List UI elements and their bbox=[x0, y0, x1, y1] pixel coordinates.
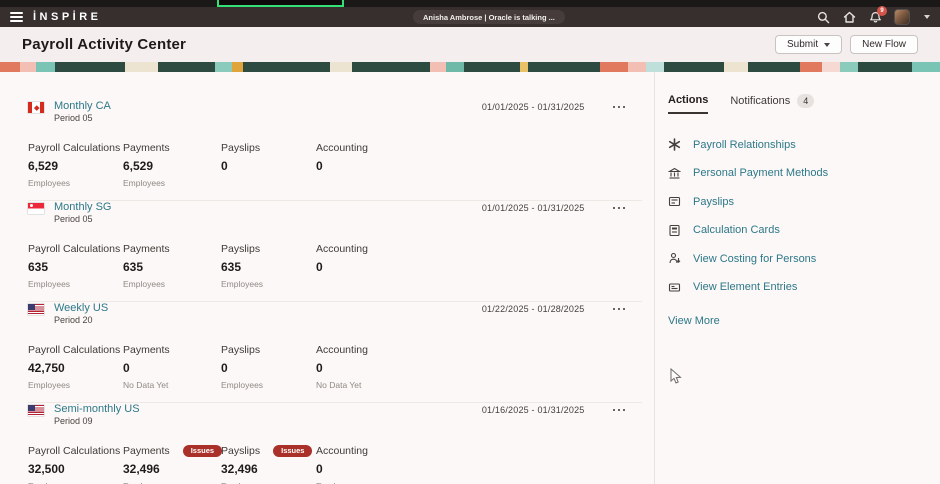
flow-period: Period 09 bbox=[54, 415, 140, 427]
stat-payments[interactable]: Payments 6,529 Employees bbox=[123, 142, 221, 188]
action-payslips[interactable]: Payslips bbox=[668, 195, 924, 208]
payroll-card-semi-monthly-us: Semi-monthly US Period 09 01/16/2025 - 0… bbox=[28, 403, 642, 484]
stat-payslips[interactable]: Payslips Issues 32,496 Employees bbox=[221, 445, 316, 484]
card-menu-ellipsis-icon[interactable] bbox=[611, 406, 628, 415]
flow-title-link[interactable]: Semi-monthly US bbox=[54, 403, 140, 415]
stat-payments[interactable]: Payments 635 Employees bbox=[123, 243, 221, 289]
flow-date-range: 01/01/2025 - 01/31/2025 bbox=[482, 203, 585, 213]
app-logo: İNSPİRE bbox=[33, 11, 102, 23]
view-more-link[interactable]: View More bbox=[668, 315, 720, 327]
notifications-tab-badge: 4 bbox=[797, 94, 814, 108]
notification-count-badge: 9 bbox=[877, 6, 887, 16]
notifications-bell-icon[interactable]: 9 bbox=[868, 10, 882, 24]
aside-tabs: Actions Notifications 4 bbox=[668, 94, 924, 114]
stat-payments[interactable]: Payments 0 No Data Yet bbox=[123, 344, 221, 390]
flow-date-range: 01/16/2025 - 01/31/2025 bbox=[482, 405, 585, 415]
user-avatar[interactable] bbox=[894, 9, 910, 25]
action-view-costing-for-persons[interactable]: View Costing for Persons bbox=[668, 252, 924, 265]
flow-period: Period 05 bbox=[54, 213, 111, 225]
system-strip bbox=[0, 0, 940, 7]
issues-badge[interactable]: Issues bbox=[183, 445, 222, 457]
relationships-asterisk-icon bbox=[668, 138, 681, 151]
card-menu-ellipsis-icon[interactable] bbox=[611, 204, 628, 213]
stat-payroll-calculations[interactable]: Payroll Calculations 32,500 Employees bbox=[28, 445, 123, 484]
element-entries-icon bbox=[668, 281, 681, 294]
stat-payroll-calculations[interactable]: Payroll Calculations 6,529 Employees bbox=[28, 142, 123, 188]
tab-actions[interactable]: Actions bbox=[668, 94, 708, 114]
call-status-pill[interactable]: Anisha Ambrose | Oracle is talking ... bbox=[413, 10, 565, 24]
payroll-card-monthly-sg: Monthly SG Period 05 01/01/2025 - 01/31/… bbox=[28, 201, 642, 302]
content-area: Monthly CA Period 05 01/01/2025 - 01/31/… bbox=[0, 72, 940, 484]
payroll-card-weekly-us: Weekly US Period 20 01/22/2025 - 01/28/2… bbox=[28, 302, 642, 403]
search-icon[interactable] bbox=[816, 10, 830, 24]
submit-dropdown-caret-icon bbox=[824, 43, 830, 47]
flow-date-range: 01/22/2025 - 01/28/2025 bbox=[482, 304, 585, 314]
actions-panel: Actions Notifications 4 Payroll Relation… bbox=[655, 72, 940, 484]
home-icon[interactable] bbox=[842, 10, 856, 24]
stat-payslips[interactable]: Payslips 0 bbox=[221, 142, 316, 188]
card-menu-ellipsis-icon[interactable] bbox=[611, 305, 628, 314]
stat-payslips[interactable]: Payslips 0 Employees bbox=[221, 344, 316, 390]
page-title: Payroll Activity Center bbox=[22, 36, 186, 53]
stat-accounting[interactable]: Accounting 0 bbox=[316, 243, 411, 289]
hamburger-menu-icon[interactable] bbox=[10, 12, 23, 22]
action-payroll-relationships[interactable]: Payroll Relationships bbox=[668, 138, 924, 151]
stat-accounting[interactable]: Accounting 0 No Data Yet bbox=[316, 344, 411, 390]
flow-title-link[interactable]: Weekly US bbox=[54, 302, 108, 314]
chevron-down-icon[interactable] bbox=[924, 15, 930, 19]
action-calculation-cards[interactable]: Calculation Cards bbox=[668, 224, 924, 237]
action-personal-payment-methods[interactable]: Personal Payment Methods bbox=[668, 167, 924, 180]
action-view-element-entries[interactable]: View Element Entries bbox=[668, 281, 924, 294]
stat-payments[interactable]: Payments Issues 32,496 Employees bbox=[123, 445, 221, 484]
screen-share-indicator bbox=[217, 0, 344, 7]
card-menu-ellipsis-icon[interactable] bbox=[611, 103, 628, 112]
person-costing-icon bbox=[668, 252, 681, 265]
top-app-bar: İNSPİRE Anisha Ambrose | Oracle is talki… bbox=[0, 7, 940, 27]
flag-united-states-icon bbox=[28, 405, 44, 416]
flow-date-range: 01/01/2025 - 01/31/2025 bbox=[482, 102, 585, 112]
flow-period: Period 05 bbox=[54, 112, 111, 124]
actions-list: Payroll Relationships Personal Payment M… bbox=[668, 138, 924, 294]
flag-singapore-icon bbox=[28, 203, 44, 214]
bank-icon bbox=[668, 167, 681, 180]
payroll-card-monthly-ca: Monthly CA Period 05 01/01/2025 - 01/31/… bbox=[28, 100, 642, 201]
tab-notifications[interactable]: Notifications 4 bbox=[730, 94, 814, 114]
flow-title-link[interactable]: Monthly CA bbox=[54, 100, 111, 112]
payroll-flows-list: Monthly CA Period 05 01/01/2025 - 01/31/… bbox=[0, 72, 655, 484]
flag-canada-icon bbox=[28, 102, 44, 113]
submit-button[interactable]: Submit bbox=[775, 35, 842, 54]
payslip-icon bbox=[668, 195, 681, 208]
issues-badge[interactable]: Issues bbox=[273, 445, 312, 457]
flow-title-link[interactable]: Monthly SG bbox=[54, 201, 111, 213]
stat-payroll-calculations[interactable]: Payroll Calculations 635 Employees bbox=[28, 243, 123, 289]
flow-period: Period 20 bbox=[54, 314, 108, 326]
stat-accounting[interactable]: Accounting 0 Employees bbox=[316, 445, 411, 484]
decorative-banner bbox=[0, 62, 940, 72]
stat-payroll-calculations[interactable]: Payroll Calculations 42,750 Employees bbox=[28, 344, 123, 390]
flag-united-states-icon bbox=[28, 304, 44, 315]
stat-accounting[interactable]: Accounting 0 bbox=[316, 142, 411, 188]
calculation-card-icon bbox=[668, 224, 681, 237]
page-header: Payroll Activity Center Submit New Flow bbox=[0, 27, 940, 62]
stat-payslips[interactable]: Payslips 635 Employees bbox=[221, 243, 316, 289]
new-flow-button[interactable]: New Flow bbox=[850, 35, 918, 54]
